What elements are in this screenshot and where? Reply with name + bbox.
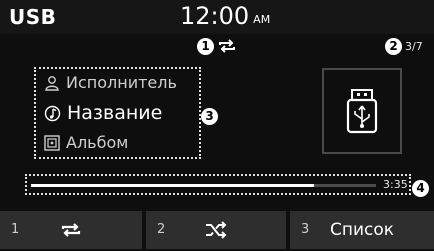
source-label: USB (9, 5, 57, 29)
button-number-1: 1 (11, 222, 20, 237)
callout-1: 1 (197, 38, 214, 55)
repeat-icon (61, 223, 81, 237)
callout-3: 3 (201, 108, 218, 125)
track-position: 3/7 (405, 40, 423, 53)
artist-row: Исполнитель (44, 73, 177, 92)
artist-label: Исполнитель (66, 73, 177, 92)
clock-ampm: AM (253, 13, 271, 26)
album-label: Альбом (66, 133, 129, 152)
person-icon (45, 75, 59, 91)
album-row: Альбом (44, 133, 128, 152)
status-bar: USB 12:00 AM (0, 0, 434, 34)
shuffle-button[interactable]: 2 (146, 211, 286, 249)
progress-fill (31, 184, 314, 187)
title-label: Название (67, 102, 163, 124)
callout-2: 2 (385, 38, 402, 55)
list-button-label: Список (329, 220, 395, 240)
progress-bar[interactable] (31, 184, 376, 187)
album-icon (44, 134, 60, 151)
album-art-usb (322, 68, 402, 154)
list-button[interactable]: 3 Список (290, 211, 434, 249)
repeat-status-icon (219, 39, 235, 53)
button-number-2: 2 (157, 222, 166, 237)
elapsed-time: 3:35 (383, 178, 408, 191)
progress-area: 3:35 (25, 174, 411, 195)
title-row: Название (44, 102, 162, 124)
callout-4: 4 (412, 180, 429, 197)
clock: 12:00 AM (180, 2, 270, 30)
music-note-icon (44, 105, 61, 121)
repeat-button[interactable]: 1 (0, 211, 142, 249)
track-info-box: Исполнитель Название Альбом (34, 67, 201, 159)
usb-icon (346, 89, 378, 134)
clock-time: 12:00 (180, 2, 250, 30)
usb-player-screen: USB 12:00 AM 1 2 3/7 Исполнитель Название (0, 0, 434, 251)
shuffle-icon (206, 221, 227, 239)
